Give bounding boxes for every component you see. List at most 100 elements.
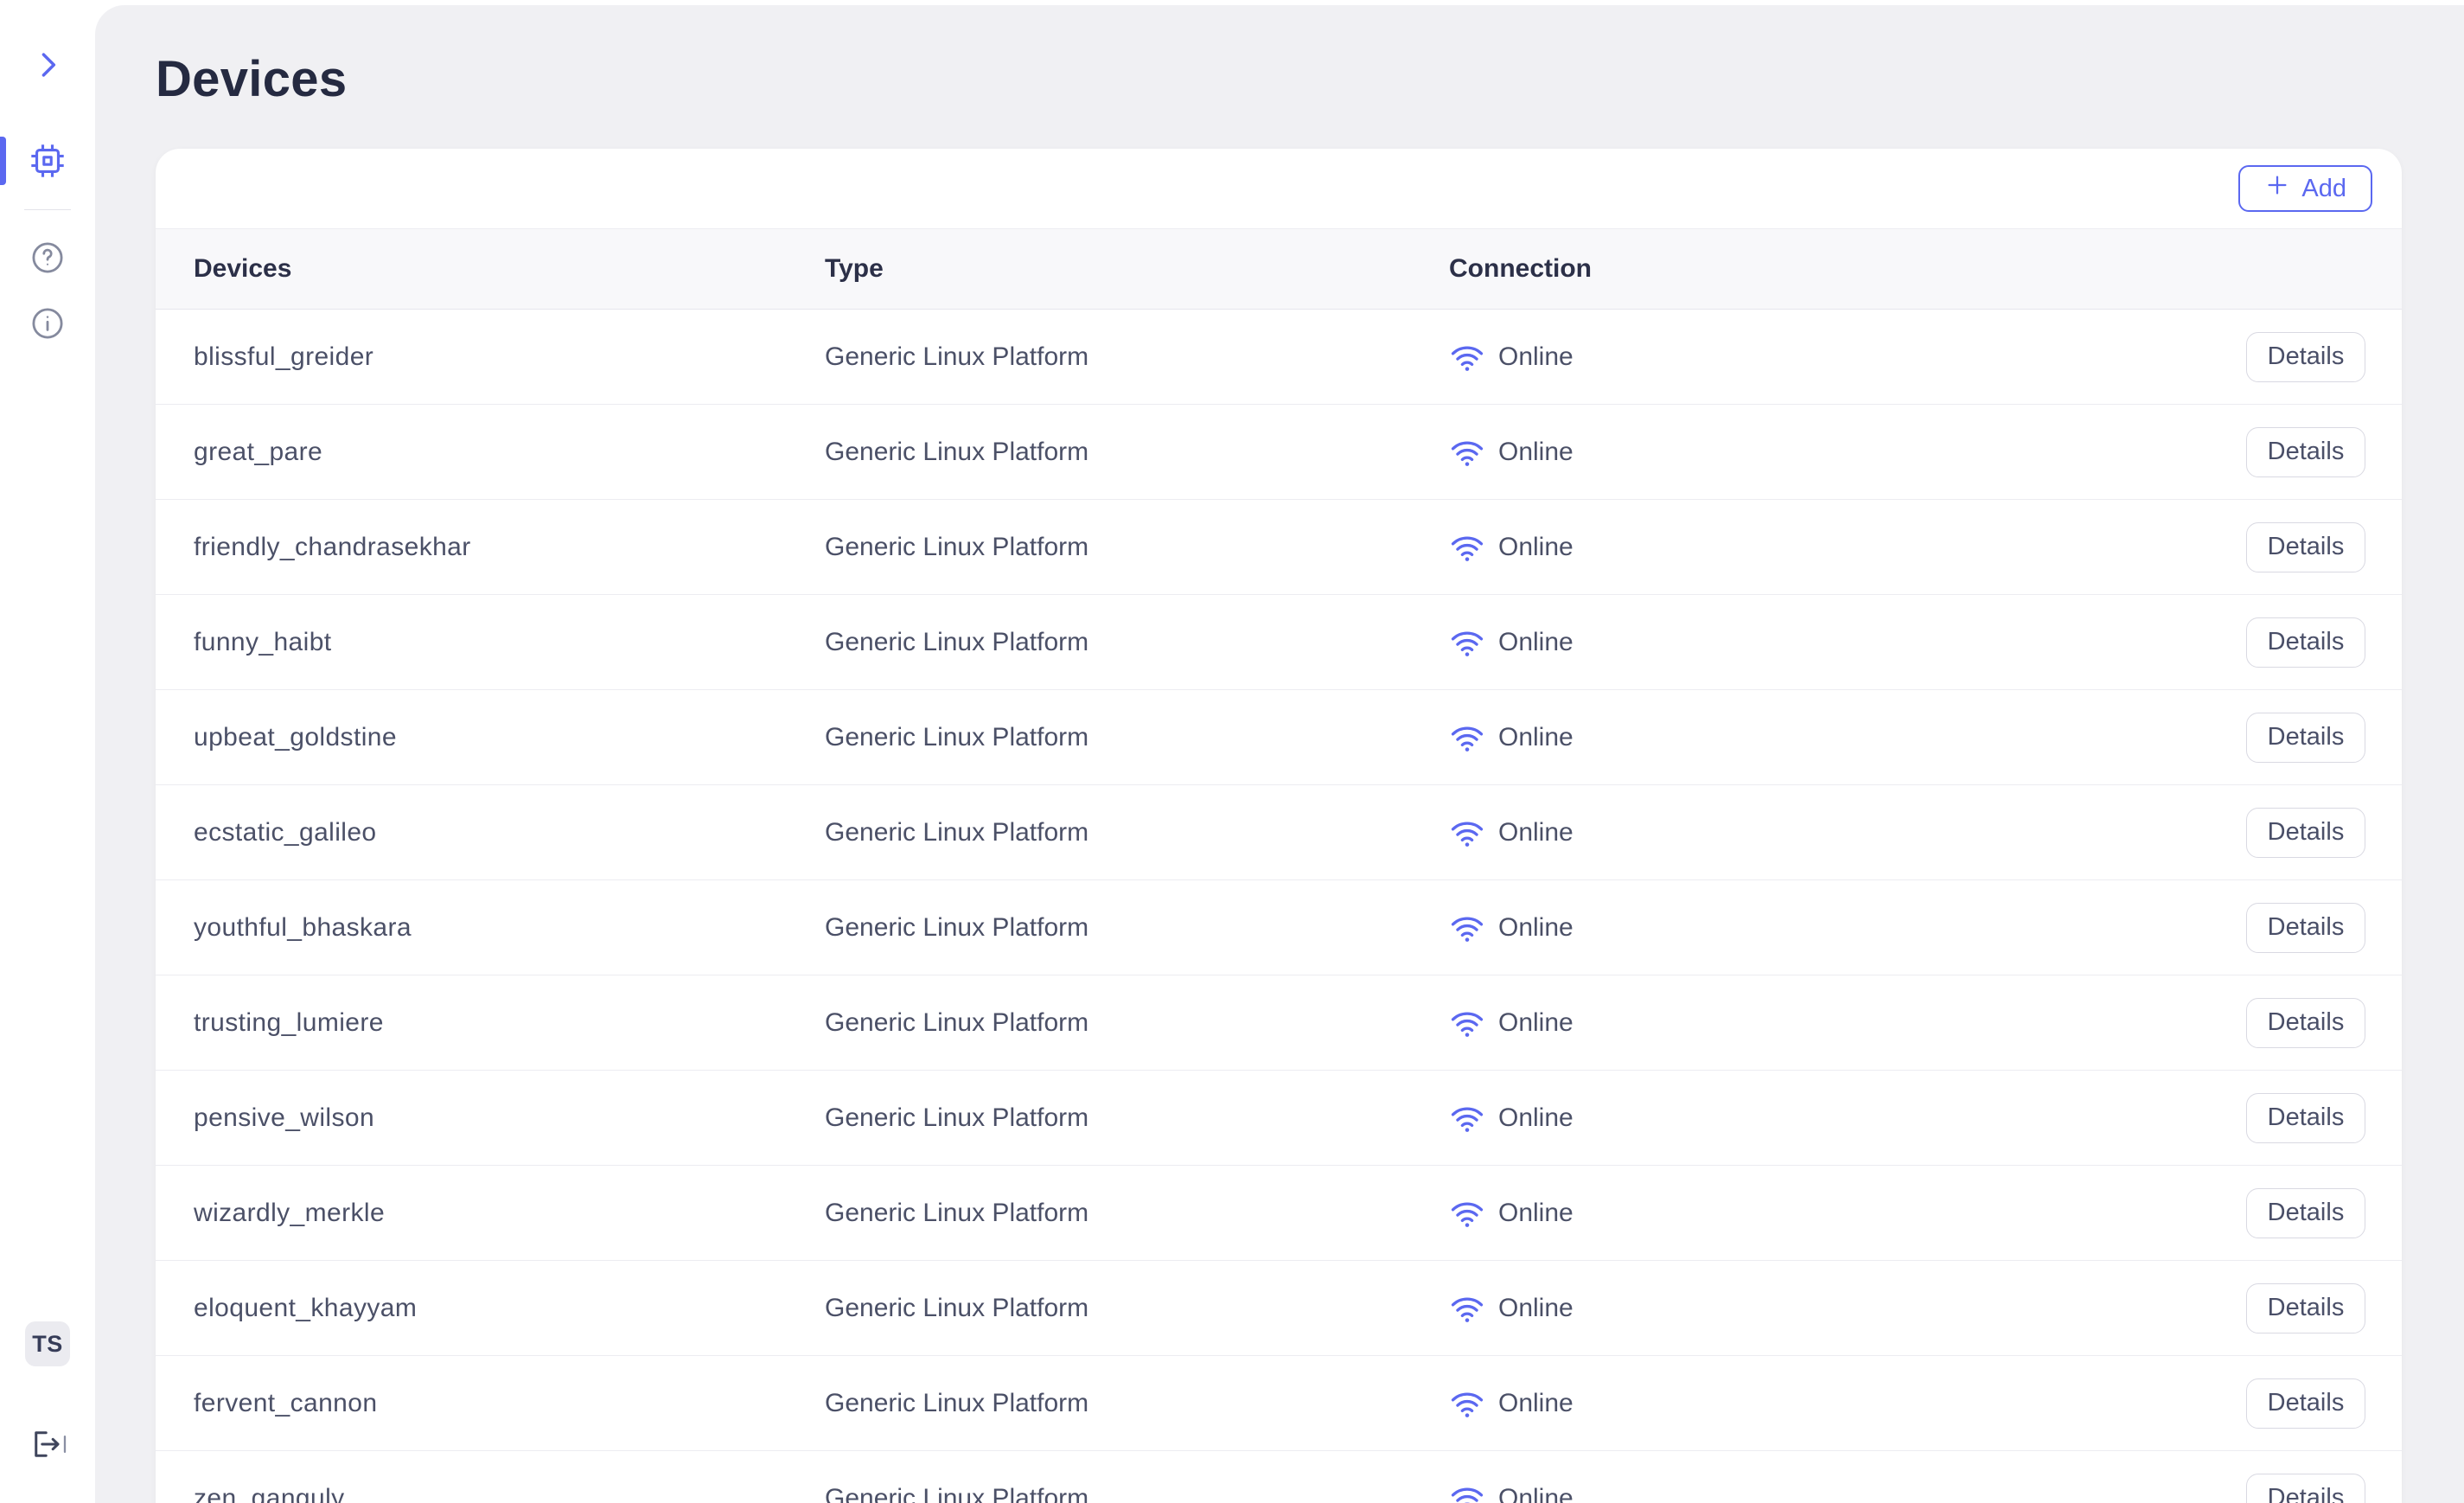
- details-button[interactable]: Details: [2246, 998, 2365, 1048]
- column-header-connection: Connection: [1449, 254, 2365, 284]
- details-button[interactable]: Details: [2246, 1474, 2365, 1503]
- device-name: fervent_cannon: [194, 1389, 825, 1418]
- device-type: Generic Linux Platform: [825, 438, 1449, 467]
- device-type: Generic Linux Platform: [825, 1103, 1449, 1133]
- device-type: Generic Linux Platform: [825, 1484, 1449, 1503]
- device-type: Generic Linux Platform: [825, 628, 1449, 657]
- details-button[interactable]: Details: [2246, 427, 2365, 477]
- table-row: zen_ganguly Generic Linux Platform Onlin…: [156, 1451, 2402, 1503]
- device-name: wizardly_merkle: [194, 1199, 825, 1228]
- table-row: upbeat_goldstine Generic Linux Platform …: [156, 690, 2402, 785]
- page-title: Devices: [156, 48, 2464, 111]
- plus-icon: [2264, 172, 2290, 205]
- wifi-icon: [1449, 817, 1485, 848]
- avatar-initials: TS: [32, 1331, 63, 1358]
- connection-status: Online: [1498, 438, 1574, 467]
- details-button[interactable]: Details: [2246, 522, 2365, 572]
- wifi-icon: [1449, 437, 1485, 468]
- device-name: blissful_greider: [194, 342, 825, 372]
- details-button[interactable]: Details: [2246, 1378, 2365, 1429]
- connection-status: Online: [1498, 1199, 1574, 1228]
- device-name: upbeat_goldstine: [194, 723, 825, 752]
- device-name: zen_ganguly: [194, 1484, 825, 1503]
- logout-icon: [28, 1424, 67, 1464]
- connection-status: Online: [1498, 818, 1574, 847]
- wifi-icon: [1449, 627, 1485, 658]
- device-type: Generic Linux Platform: [825, 533, 1449, 562]
- info-icon: [29, 305, 66, 342]
- connection-status: Online: [1498, 1294, 1574, 1323]
- connection-status: Online: [1498, 913, 1574, 943]
- connection-status: Online: [1498, 1484, 1574, 1503]
- details-button[interactable]: Details: [2246, 903, 2365, 953]
- connection-status: Online: [1498, 1389, 1574, 1418]
- device-name: great_pare: [194, 438, 825, 467]
- wifi-icon: [1449, 912, 1485, 943]
- wifi-icon: [1449, 722, 1485, 753]
- card-toolbar: Add: [156, 149, 2402, 228]
- device-name: trusting_lumiere: [194, 1008, 825, 1038]
- sidebar: TS: [0, 0, 95, 1503]
- wifi-icon: [1449, 1388, 1485, 1419]
- connection-status: Online: [1498, 723, 1574, 752]
- wifi-icon: [1449, 1007, 1485, 1039]
- expand-sidebar-button[interactable]: [29, 46, 67, 84]
- table-row: eloquent_khayyam Generic Linux Platform …: [156, 1261, 2402, 1356]
- add-button[interactable]: Add: [2238, 165, 2372, 212]
- connection-status: Online: [1498, 342, 1574, 372]
- wifi-icon: [1449, 342, 1485, 373]
- wifi-icon: [1449, 532, 1485, 563]
- table-row: funny_haibt Generic Linux Platform Onlin…: [156, 595, 2402, 690]
- details-button[interactable]: Details: [2246, 332, 2365, 382]
- device-type: Generic Linux Platform: [825, 723, 1449, 752]
- device-type: Generic Linux Platform: [825, 1389, 1449, 1418]
- table-row: wizardly_merkle Generic Linux Platform O…: [156, 1166, 2402, 1261]
- table-row: trusting_lumiere Generic Linux Platform …: [156, 975, 2402, 1071]
- column-header-type: Type: [825, 254, 1449, 284]
- sidebar-divider: [24, 209, 71, 210]
- table-body: blissful_greider Generic Linux Platform …: [156, 310, 2402, 1503]
- wifi-icon: [1449, 1483, 1485, 1503]
- column-header-devices: Devices: [194, 254, 825, 284]
- device-type: Generic Linux Platform: [825, 1294, 1449, 1323]
- sidebar-item-help[interactable]: [29, 239, 67, 277]
- device-name: youthful_bhaskara: [194, 913, 825, 943]
- table-row: fervent_cannon Generic Linux Platform On…: [156, 1356, 2402, 1451]
- device-type: Generic Linux Platform: [825, 342, 1449, 372]
- device-name: eloquent_khayyam: [194, 1294, 825, 1323]
- table-row: great_pare Generic Linux Platform Online…: [156, 405, 2402, 500]
- active-nav-indicator: [0, 137, 6, 185]
- device-name: friendly_chandrasekhar: [194, 533, 825, 562]
- table-row: pensive_wilson Generic Linux Platform On…: [156, 1071, 2402, 1166]
- details-button[interactable]: Details: [2246, 1093, 2365, 1143]
- wifi-icon: [1449, 1198, 1485, 1229]
- main-content: Devices Add Devices Type Connection blis…: [95, 5, 2464, 1503]
- avatar[interactable]: TS: [25, 1321, 70, 1366]
- device-name: ecstatic_galileo: [194, 818, 825, 847]
- connection-status: Online: [1498, 533, 1574, 562]
- details-button[interactable]: Details: [2246, 1283, 2365, 1334]
- sidebar-item-devices[interactable]: [29, 142, 67, 180]
- table-row: youthful_bhaskara Generic Linux Platform…: [156, 880, 2402, 975]
- details-button[interactable]: Details: [2246, 1188, 2365, 1238]
- table-row: friendly_chandrasekhar Generic Linux Pla…: [156, 500, 2402, 595]
- device-type: Generic Linux Platform: [825, 913, 1449, 943]
- device-type: Generic Linux Platform: [825, 1008, 1449, 1038]
- sidebar-item-info[interactable]: [29, 304, 67, 342]
- devices-card: Add Devices Type Connection blissful_gre…: [156, 149, 2402, 1503]
- device-name: pensive_wilson: [194, 1103, 825, 1133]
- connection-status: Online: [1498, 1008, 1574, 1038]
- connection-status: Online: [1498, 628, 1574, 657]
- device-type: Generic Linux Platform: [825, 818, 1449, 847]
- cpu-chip-icon: [29, 142, 67, 180]
- logout-button[interactable]: [29, 1425, 67, 1463]
- details-button[interactable]: Details: [2246, 713, 2365, 763]
- details-button[interactable]: Details: [2246, 808, 2365, 858]
- wifi-icon: [1449, 1103, 1485, 1134]
- device-name: funny_haibt: [194, 628, 825, 657]
- wifi-icon: [1449, 1293, 1485, 1324]
- table-header: Devices Type Connection: [156, 228, 2402, 310]
- details-button[interactable]: Details: [2246, 617, 2365, 668]
- chevron-right-icon: [29, 46, 67, 84]
- add-button-label: Add: [2301, 175, 2346, 203]
